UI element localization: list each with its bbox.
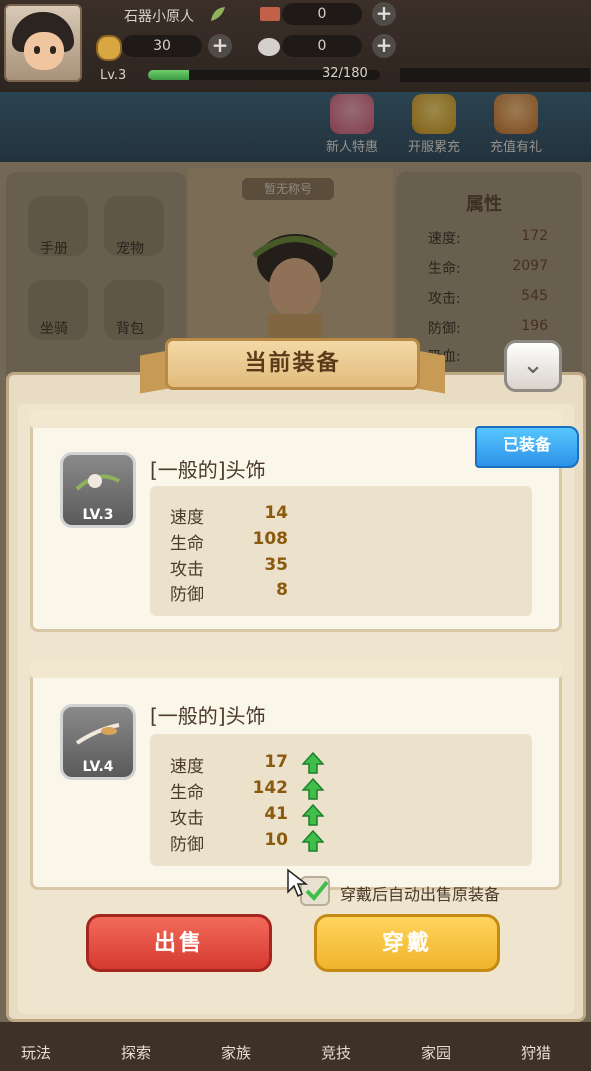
- collapse-button[interactable]: ⌄: [504, 340, 562, 392]
- up-arrow-icon: [302, 778, 324, 800]
- resource1-value: 0: [282, 3, 362, 25]
- chevron-down-icon: ⌄: [522, 350, 544, 380]
- modal-title: 当前装备: [165, 338, 420, 390]
- equip-button[interactable]: 穿戴: [314, 914, 500, 972]
- nav-explore[interactable]: 探索: [96, 1042, 176, 1063]
- new-item-level: LV.4: [82, 759, 114, 775]
- up-arrow-icon: [302, 752, 324, 774]
- resource3-add-button[interactable]: +: [372, 34, 396, 58]
- nav-gameplay[interactable]: 玩法: [0, 1042, 76, 1063]
- new-item-name: [一般的]头饰: [150, 704, 266, 728]
- auto-sell-label: 穿戴后自动出售原装备: [340, 885, 501, 904]
- new-item-icon[interactable]: LV.4: [60, 704, 136, 780]
- current-item-level: LV.3: [82, 507, 114, 523]
- leaf-icon: [211, 7, 225, 21]
- player-avatar[interactable]: [4, 4, 82, 82]
- nav-family[interactable]: 家族: [196, 1042, 276, 1063]
- resource3-value: 0: [282, 35, 362, 57]
- feather-headband-icon: [75, 723, 120, 745]
- current-item-stats: [150, 486, 532, 616]
- modal-title-ribbon: 当前装备: [140, 338, 445, 396]
- stone-icon: [258, 38, 280, 56]
- current-item-icon[interactable]: LV.3: [60, 452, 136, 528]
- player-name: 石器小原人: [124, 9, 194, 25]
- nav-arena[interactable]: 竞技: [296, 1042, 376, 1063]
- nav-hunt[interactable]: 狩猎: [496, 1042, 576, 1063]
- up-arrow-icon: [302, 804, 324, 826]
- headband-icon: [75, 474, 120, 491]
- current-item-name: [一般的]头饰: [150, 458, 266, 482]
- nav-home[interactable]: 家园: [396, 1042, 476, 1063]
- up-arrow-icon: [302, 830, 324, 852]
- sell-button[interactable]: 出售: [86, 914, 272, 972]
- new-item-stats: [150, 734, 532, 866]
- coins-add-button[interactable]: +: [208, 34, 232, 58]
- coin-icon: [96, 35, 122, 61]
- equipped-badge: 已装备: [475, 426, 579, 468]
- mouse-cursor-icon: [287, 868, 308, 898]
- resource1-add-button[interactable]: +: [372, 2, 396, 26]
- xp-text: 32/180: [322, 66, 368, 81]
- ticket-icon: [260, 7, 280, 21]
- level-label: Lv.3: [100, 68, 127, 83]
- coins-value: 30: [122, 35, 202, 57]
